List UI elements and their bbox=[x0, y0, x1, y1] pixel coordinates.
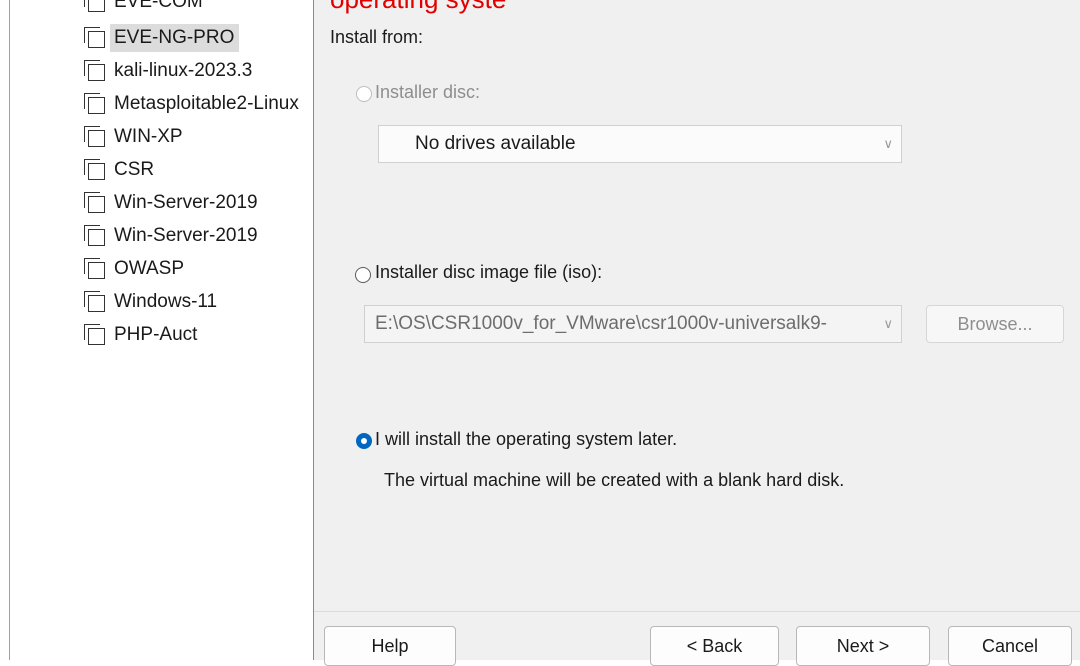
iso-path-combo[interactable]: E:\OS\CSR1000v_for_VMware\csr1000v-unive… bbox=[364, 305, 902, 343]
vm-item-eve-com[interactable]: EVE-COM bbox=[84, 0, 208, 18]
browse-button[interactable]: Browse... bbox=[926, 305, 1064, 343]
vm-item-label: OWASP bbox=[114, 258, 185, 279]
installer-disc-radio[interactable] bbox=[356, 86, 372, 102]
install-later-description: The virtual machine will be created with… bbox=[384, 470, 845, 490]
chevron-down-icon: ∨ bbox=[883, 136, 893, 151]
vm-item-php-auct[interactable]: PHP-Auct bbox=[84, 319, 202, 351]
vm-icon bbox=[84, 60, 106, 82]
install-from-label: Install from: bbox=[330, 27, 424, 47]
annotation-text: operating syste bbox=[330, 0, 506, 15]
vm-icon bbox=[84, 126, 106, 148]
installer-disc-dropdown[interactable]: No drives available ∨ bbox=[378, 125, 902, 163]
new-vm-wizard-dialog: Install from: Installer disc: No drives … bbox=[313, 0, 1080, 666]
vm-icon bbox=[84, 27, 106, 49]
install-later-label: I will install the operating system late… bbox=[375, 429, 678, 449]
vm-item-label: Windows-11 bbox=[114, 291, 218, 312]
next-button[interactable]: Next > bbox=[796, 626, 930, 666]
vm-icon bbox=[84, 291, 106, 313]
vm-item-csr[interactable]: CSR bbox=[84, 154, 159, 186]
vm-item-win-server-2019-b[interactable]: Win-Server-2019 bbox=[84, 220, 263, 252]
vm-icon bbox=[84, 159, 106, 181]
vm-item-metasploitable[interactable]: Metasploitable2-Linux bbox=[84, 88, 304, 120]
help-button[interactable]: Help bbox=[324, 626, 456, 666]
vm-item-label: CSR bbox=[114, 159, 155, 180]
vm-item-kali[interactable]: kali-linux-2023.3 bbox=[84, 55, 257, 87]
cancel-button[interactable]: Cancel bbox=[948, 626, 1072, 666]
vm-item-label: Win-Server-2019 bbox=[114, 225, 258, 246]
back-button[interactable]: < Back bbox=[650, 626, 779, 666]
vm-icon bbox=[84, 324, 106, 346]
vm-item-label: WIN-XP bbox=[114, 126, 183, 147]
vm-icon bbox=[84, 225, 106, 247]
iso-path-value: E:\OS\CSR1000v_for_VMware\csr1000v-unive… bbox=[375, 313, 827, 334]
vm-icon bbox=[84, 258, 106, 280]
vm-item-label: Win-Server-2019 bbox=[114, 192, 258, 213]
vm-item-label: EVE-NG-PRO bbox=[110, 24, 240, 52]
vm-item-label: kali-linux-2023.3 bbox=[114, 60, 253, 81]
installer-disc-label: Installer disc: bbox=[375, 82, 481, 102]
iso-option-label: Installer disc image file (iso): bbox=[375, 262, 603, 282]
vm-library-panel: EVE-COM EVE-NG-PRO kali-linux-2023.3 Met… bbox=[0, 0, 313, 660]
button-bar-separator bbox=[314, 611, 1080, 612]
vm-item-label: PHP-Auct bbox=[114, 324, 198, 345]
vm-icon bbox=[84, 0, 106, 13]
vm-item-windows-11[interactable]: Windows-11 bbox=[84, 286, 222, 318]
vm-item-win-server-2019-a[interactable]: Win-Server-2019 bbox=[84, 187, 263, 219]
iso-radio[interactable] bbox=[355, 267, 371, 283]
vm-item-eve-ng-pro[interactable]: EVE-NG-PRO bbox=[84, 22, 240, 54]
vm-item-label: Metasploitable2-Linux bbox=[114, 93, 299, 114]
vm-item-label: EVE-COM bbox=[114, 0, 203, 12]
vm-icon bbox=[84, 192, 106, 214]
vm-icon bbox=[84, 93, 106, 115]
chevron-down-icon: ∨ bbox=[883, 316, 893, 331]
vm-item-owasp[interactable]: OWASP bbox=[84, 253, 189, 285]
vm-item-win-xp[interactable]: WIN-XP bbox=[84, 121, 188, 153]
panel-border bbox=[9, 0, 10, 660]
installer-disc-dropdown-value: No drives available bbox=[415, 133, 576, 154]
install-later-radio[interactable] bbox=[356, 433, 372, 449]
